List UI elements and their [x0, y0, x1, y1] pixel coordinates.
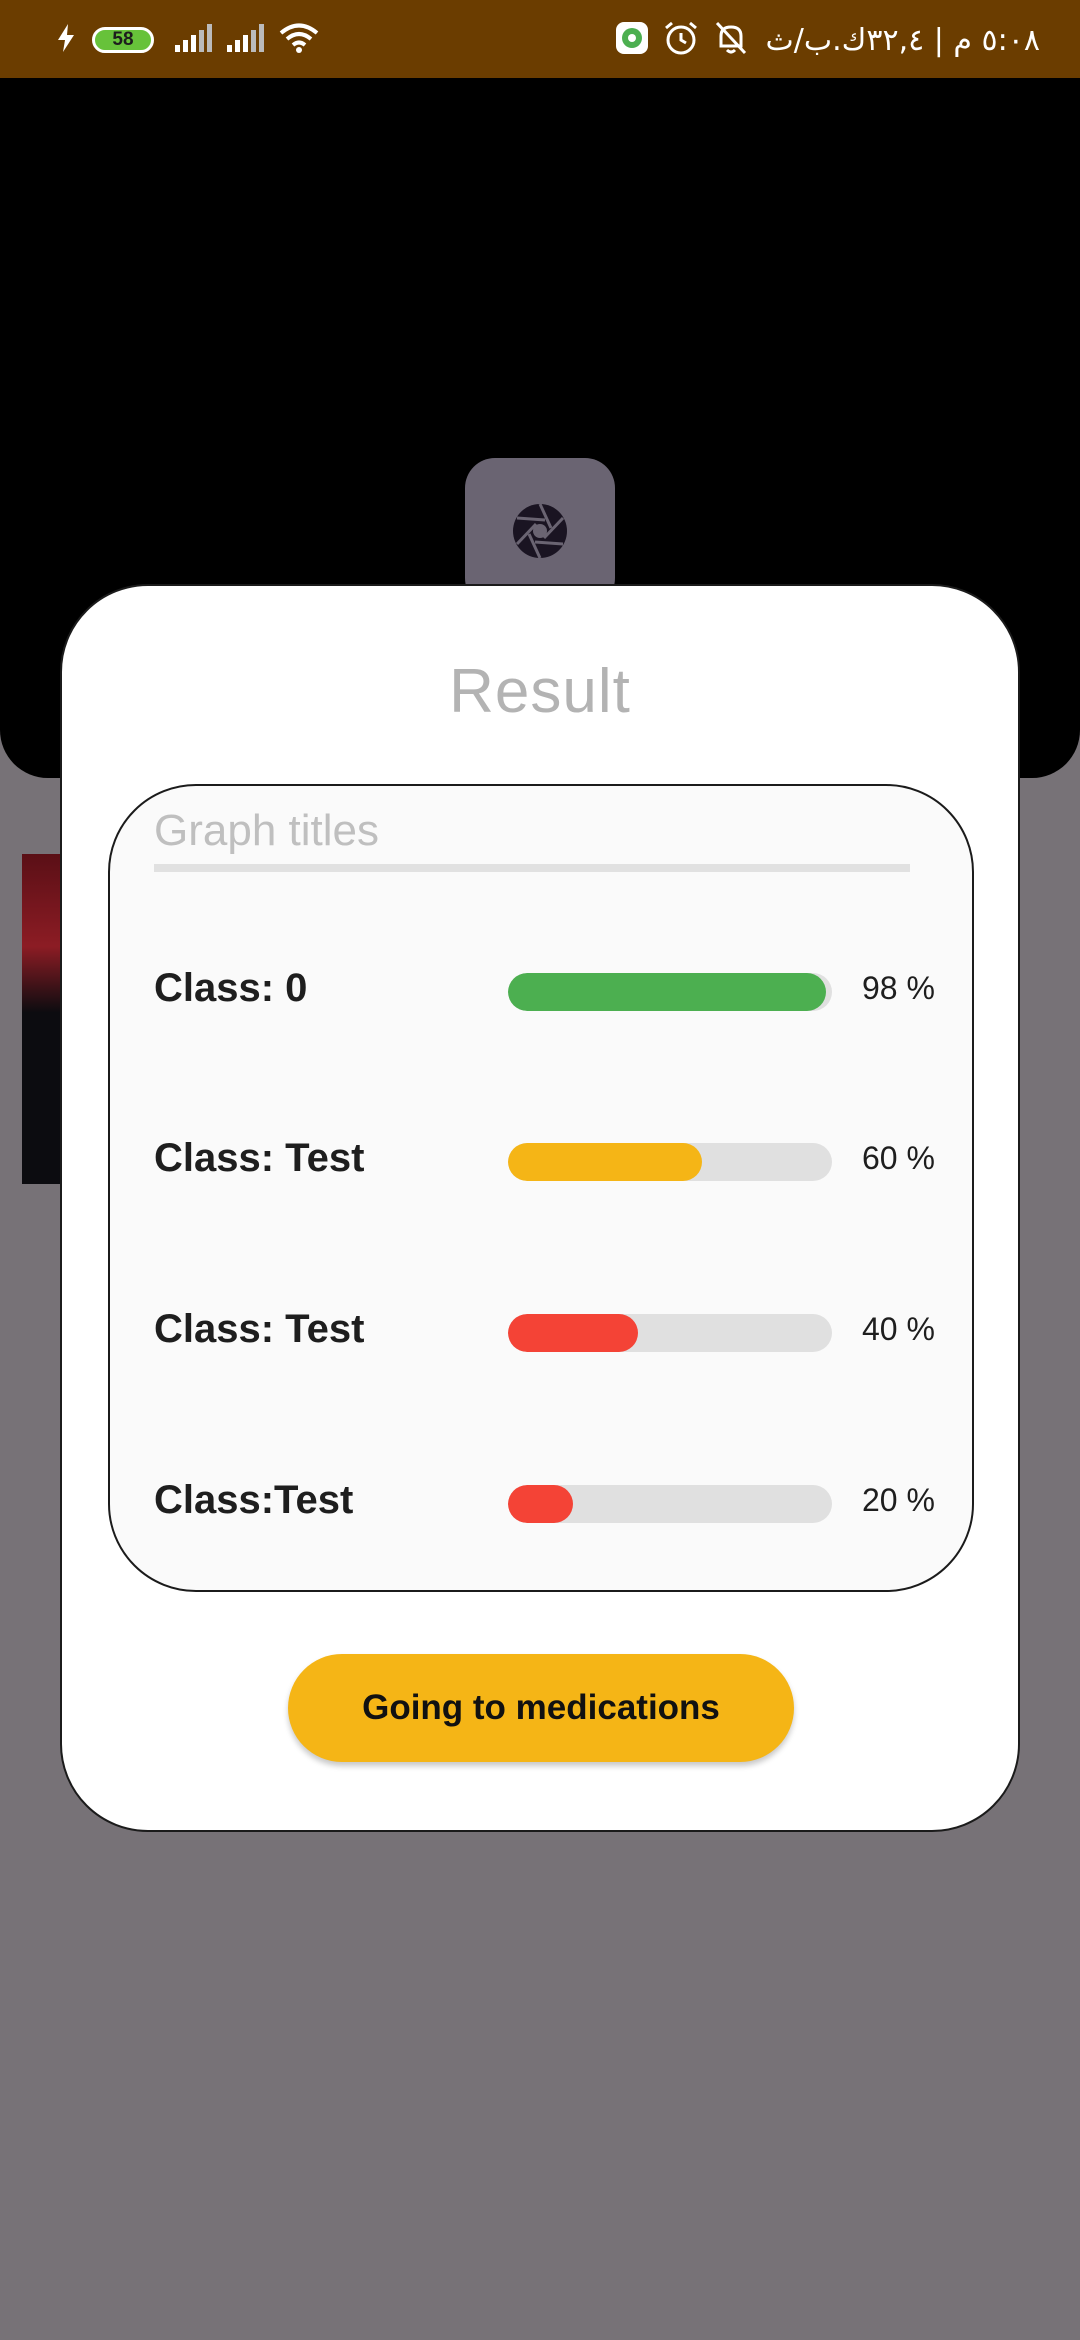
class-label: Class: Test	[154, 1136, 365, 1180]
progress-fill	[508, 1485, 573, 1523]
class-row: Class: Test 40 %	[110, 1289, 972, 1369]
class-row: Class: 0 98 %	[110, 948, 972, 1028]
mute-icon	[713, 21, 749, 60]
battery-icon: 58	[92, 27, 154, 53]
status-icons-left: 58	[50, 22, 326, 59]
going-to-medications-button[interactable]: Going to medications	[288, 1654, 794, 1762]
status-icons-right: ٥:٠٨ م | ٣٢,٤ك.ب/ث	[608, 21, 1041, 58]
app-settings-icon	[615, 21, 649, 60]
graph-card: Graph titles Class: 0 98 % Class: Test 6…	[108, 784, 974, 1592]
percent-value: 20 %	[862, 1482, 935, 1518]
status-time: ٥:٠٨ م | ٣٢,٤ك.ب/ث	[765, 22, 1041, 58]
graph-title: Graph titles	[154, 806, 379, 855]
class-label: Class:Test	[154, 1478, 354, 1522]
gallery-thumbnail[interactable]	[22, 854, 62, 1184]
graph-divider	[154, 864, 910, 872]
class-row: Class:Test 20 %	[110, 1460, 972, 1540]
battery-level: 58	[112, 29, 134, 50]
progress-fill	[508, 1143, 703, 1181]
progress-track	[508, 1314, 832, 1352]
dialog-title: Result	[449, 657, 631, 726]
result-dialog: Result Graph titles Class: 0 98 % Class:…	[60, 584, 1020, 1832]
progress-track	[508, 973, 832, 1011]
signal-1-icon	[175, 23, 213, 57]
progress-track	[508, 1143, 832, 1181]
signal-2-icon	[227, 23, 265, 57]
progress-fill	[508, 1314, 638, 1352]
alarm-icon	[663, 21, 699, 60]
wifi-icon	[279, 22, 319, 59]
class-row: Class: Test 60 %	[110, 1118, 972, 1198]
aperture-icon	[511, 502, 569, 565]
percent-value: 98 %	[862, 970, 935, 1006]
progress-fill	[508, 973, 826, 1011]
status-bar: 58 ٥:٠٨ م | ٣٢,٤ك.ب/ث	[0, 0, 1080, 78]
percent-value: 60 %	[862, 1140, 935, 1176]
percent-value: 40 %	[862, 1311, 935, 1347]
class-label: Class: Test	[154, 1307, 365, 1351]
progress-track	[508, 1485, 832, 1523]
charging-icon	[57, 23, 75, 57]
class-label: Class: 0	[154, 966, 308, 1010]
